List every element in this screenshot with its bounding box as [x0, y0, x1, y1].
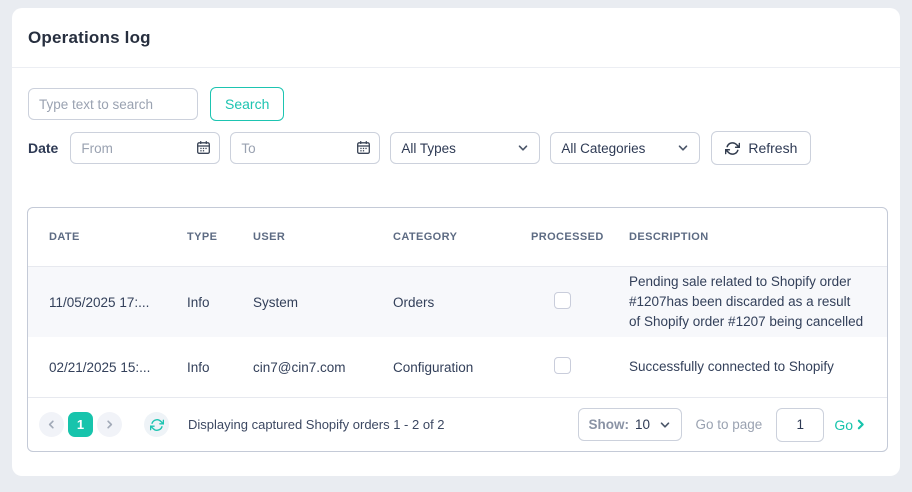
operations-table: DATE TYPE USER CATEGORY PROCESSED DESCRI…: [27, 207, 888, 452]
table-row: 02/21/2025 15:... Info cin7@cin7.com Con…: [28, 337, 887, 397]
chevron-down-icon: [677, 142, 689, 154]
prev-page-button[interactable]: [39, 412, 64, 437]
column-header-category: CATEGORY: [393, 231, 531, 243]
goto-page-input[interactable]: [776, 408, 824, 442]
go-button-label: Go: [834, 417, 853, 433]
refresh-button-label: Refresh: [748, 140, 797, 156]
date-from-field: [70, 132, 220, 164]
column-header-description: DESCRIPTION: [629, 231, 867, 243]
current-page-badge[interactable]: 1: [68, 412, 93, 437]
page-title: Operations log: [28, 28, 151, 48]
type-select-value: All Types: [401, 141, 456, 156]
processed-checkbox[interactable]: [554, 292, 571, 309]
chevron-right-icon: [104, 419, 115, 430]
cell-type: Info: [187, 295, 253, 310]
column-header-date: DATE: [49, 231, 187, 243]
goto-page-label: Go to page: [696, 417, 763, 432]
cell-processed: [531, 357, 629, 377]
calendar-icon[interactable]: [196, 140, 211, 155]
results-summary: Displaying captured Shopify orders 1 - 2…: [188, 417, 445, 432]
card-header: Operations log: [12, 8, 900, 68]
cell-date: 11/05/2025 17:...: [49, 295, 187, 310]
search-row: Search: [12, 68, 900, 121]
column-header-type: TYPE: [187, 231, 253, 243]
cell-description: Pending sale related to Shopify order #1…: [629, 272, 867, 332]
page-size-value: 10: [635, 417, 650, 432]
go-button[interactable]: Go: [834, 417, 867, 433]
page-size-select[interactable]: Show: 10: [578, 408, 682, 441]
column-header-user: USER: [253, 231, 393, 243]
search-input[interactable]: [28, 88, 198, 120]
date-filter-label: Date: [28, 140, 58, 156]
type-select[interactable]: All Types: [390, 132, 540, 164]
table-row: 11/05/2025 17:... Info System Orders Pen…: [28, 267, 887, 337]
date-to-field: [230, 132, 380, 164]
cell-description: Successfully connected to Shopify: [629, 357, 867, 377]
chevron-down-icon: [659, 419, 671, 431]
filter-row: Date All Types: [12, 121, 900, 165]
pagination-bar: 1 Displaying captured Shopify orders 1 -…: [28, 397, 887, 451]
cell-processed: [531, 292, 629, 312]
page-size-label: Show:: [589, 417, 630, 432]
cell-date: 02/21/2025 15:...: [49, 360, 187, 375]
refresh-icon: [725, 141, 740, 156]
table-header-row: DATE TYPE USER CATEGORY PROCESSED DESCRI…: [28, 208, 887, 267]
chevron-left-icon: [46, 419, 57, 430]
category-select[interactable]: All Categories: [550, 132, 700, 164]
operations-log-card: Operations log Search Date: [12, 8, 900, 476]
cell-user: cin7@cin7.com: [253, 360, 393, 375]
calendar-icon[interactable]: [356, 140, 371, 155]
refresh-button[interactable]: Refresh: [711, 131, 811, 165]
cell-category: Configuration: [393, 360, 531, 375]
cell-type: Info: [187, 360, 253, 375]
pagination-controls: Show: 10 Go to page Go: [578, 408, 868, 442]
column-header-processed: PROCESSED: [531, 231, 629, 243]
next-page-button[interactable]: [97, 412, 122, 437]
category-select-value: All Categories: [561, 141, 645, 156]
chevron-right-icon: [854, 418, 867, 431]
search-button[interactable]: Search: [210, 87, 284, 121]
cell-user: System: [253, 295, 393, 310]
chevron-down-icon: [517, 142, 529, 154]
processed-checkbox[interactable]: [554, 357, 571, 374]
pagination-refresh-button[interactable]: [144, 412, 169, 437]
refresh-icon: [150, 418, 164, 432]
cell-category: Orders: [393, 295, 531, 310]
